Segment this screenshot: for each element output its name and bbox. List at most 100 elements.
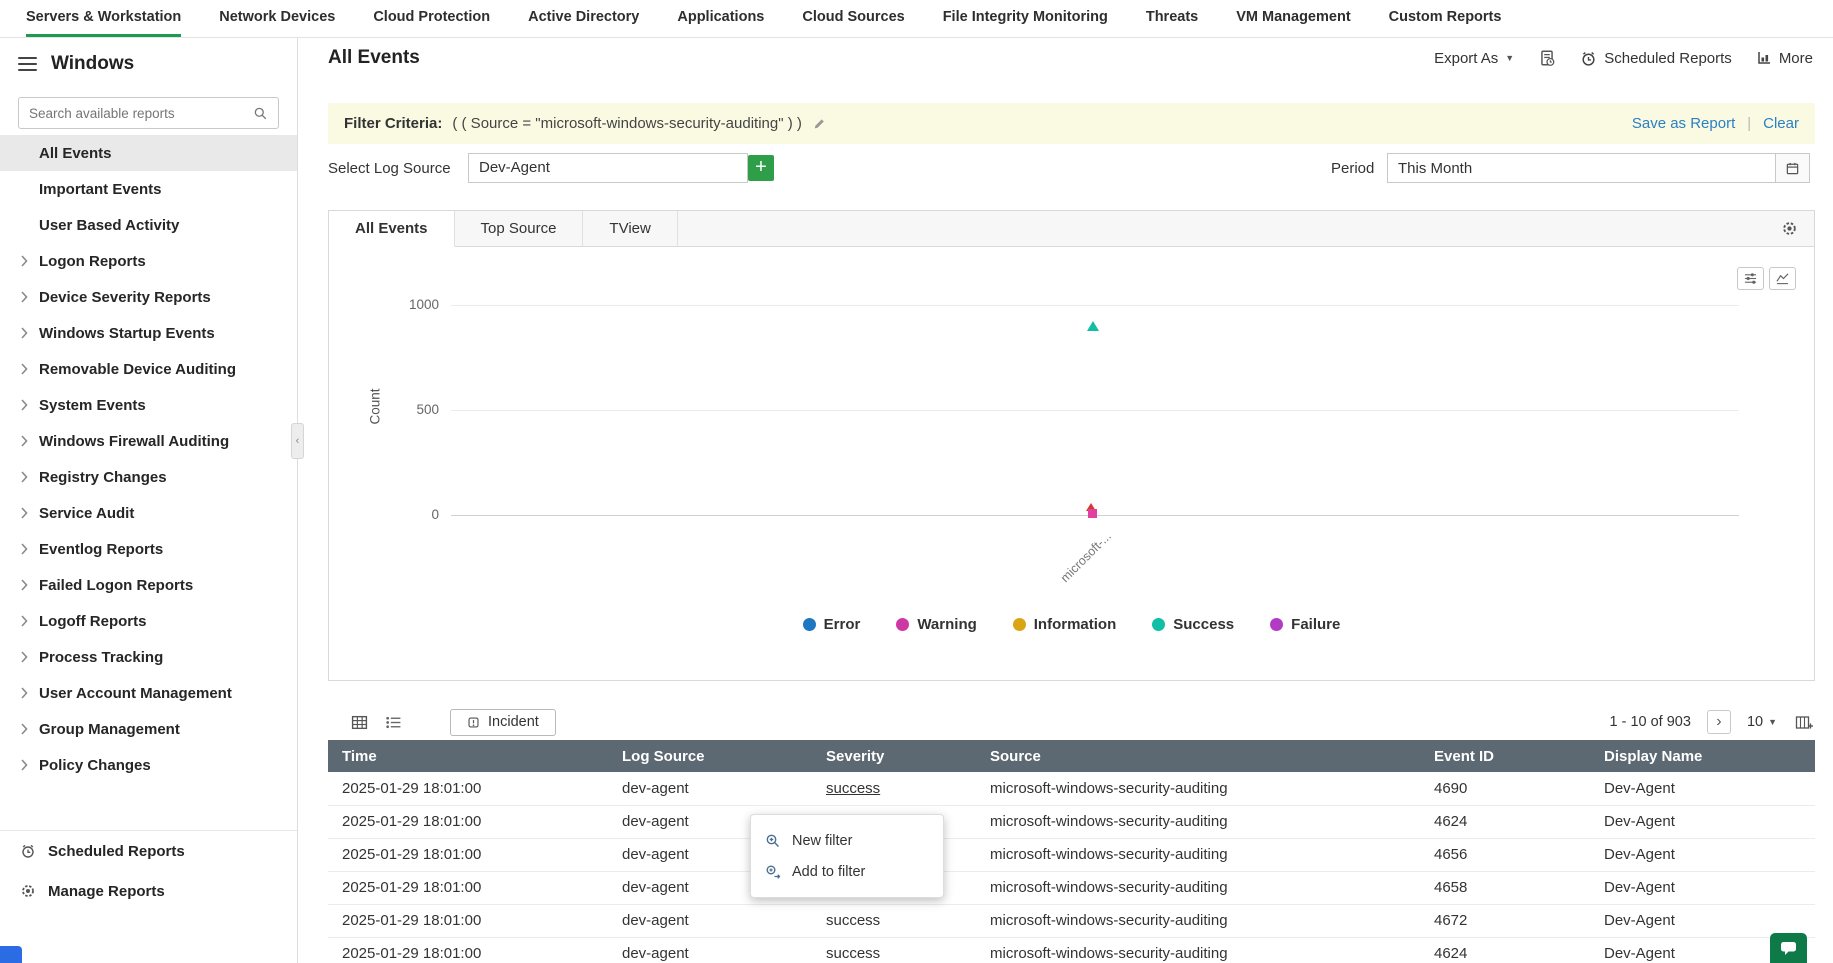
y-tick-0: 0 xyxy=(393,507,439,522)
nav-servers-workstation[interactable]: Servers & Workstation xyxy=(26,0,181,37)
hamburger-menu-icon[interactable] xyxy=(18,57,37,71)
table-toolbar: Incident 1 - 10 of 903 › 10 ▼ xyxy=(328,708,1815,736)
chat-bubble-icon xyxy=(1779,940,1798,957)
chevron-right-icon xyxy=(20,579,29,591)
add-log-source-button[interactable]: + xyxy=(748,155,774,181)
search-box xyxy=(18,97,279,129)
period-label: Period xyxy=(1331,160,1374,177)
legend-warning[interactable]: Warning xyxy=(896,616,976,633)
list-view-icon[interactable] xyxy=(382,712,404,732)
sidebar-item-all-events[interactable]: All Events xyxy=(0,135,297,171)
log-source-select[interactable]: Dev-Agent xyxy=(468,153,748,183)
failure-dot-icon xyxy=(1270,618,1283,631)
nav-active-directory[interactable]: Active Directory xyxy=(528,0,639,37)
new-filter-menu-item[interactable]: New filter xyxy=(751,825,943,856)
chat-button[interactable] xyxy=(1770,933,1807,963)
column-settings-icon[interactable] xyxy=(1793,712,1815,732)
sidebar-item-windows-firewall-auditing[interactable]: Windows Firewall Auditing xyxy=(0,423,297,459)
scheduled-reports-button[interactable]: Scheduled Reports xyxy=(1580,50,1732,67)
sidebar-item-system-events[interactable]: System Events xyxy=(0,387,297,423)
log-source-cell: dev-agent xyxy=(608,772,812,805)
nav-applications[interactable]: Applications xyxy=(677,0,764,37)
source-cell: microsoft-windows-security-auditing xyxy=(976,805,1420,838)
chevron-right-icon xyxy=(20,543,29,555)
calendar-icon[interactable] xyxy=(1775,154,1809,182)
export-history-icon[interactable] xyxy=(1538,49,1556,67)
table-row: 2025-01-29 18:01:00 dev-agent microsoft-… xyxy=(328,805,1815,838)
time-cell: 2025-01-29 18:01:00 xyxy=(328,838,608,871)
sidebar-item-removable-device-auditing[interactable]: Removable Device Auditing xyxy=(0,351,297,387)
severity-cell: success xyxy=(812,772,976,805)
time-cell: 2025-01-29 18:01:00 xyxy=(328,772,608,805)
sidebar-header: Windows xyxy=(0,38,297,78)
sidebar-item-policy-changes[interactable]: Policy Changes xyxy=(0,747,297,783)
sidebar-item-device-severity-reports[interactable]: Device Severity Reports xyxy=(0,279,297,315)
add-to-filter-menu-item[interactable]: Add to filter xyxy=(751,856,943,887)
period-select[interactable]: This Month xyxy=(1387,153,1810,183)
chart-tabs: All Events Top Source TView xyxy=(329,211,1814,247)
legend-error[interactable]: Error xyxy=(803,616,861,633)
sidebar-item-registry-changes[interactable]: Registry Changes xyxy=(0,459,297,495)
severity-link[interactable]: success xyxy=(826,780,880,797)
sidebar-item-logoff-reports[interactable]: Logoff Reports xyxy=(0,603,297,639)
sidebar-item-process-tracking[interactable]: Process Tracking xyxy=(0,639,297,675)
sidebar-item-service-audit[interactable]: Service Audit xyxy=(0,495,297,531)
sidebar-item-user-account-management[interactable]: User Account Management xyxy=(0,675,297,711)
sidebar-item-user-based-activity[interactable]: User Based Activity xyxy=(0,207,297,243)
sidebar-item-windows-startup-events[interactable]: Windows Startup Events xyxy=(0,315,297,351)
nav-file-integrity-monitoring[interactable]: File Integrity Monitoring xyxy=(943,0,1108,37)
sidebar-item-scheduled-reports[interactable]: Scheduled Reports xyxy=(0,831,297,871)
search-input[interactable] xyxy=(29,106,253,121)
chevron-right-icon xyxy=(20,723,29,735)
divider: | xyxy=(1747,115,1751,132)
sidebar-item-logon-reports[interactable]: Logon Reports xyxy=(0,243,297,279)
next-page-icon: › xyxy=(1716,713,1721,731)
nav-vm-management[interactable]: VM Management xyxy=(1236,0,1350,37)
sidebar-item-eventlog-reports[interactable]: Eventlog Reports xyxy=(0,531,297,567)
time-cell: 2025-01-29 18:01:00 xyxy=(328,805,608,838)
sidebar-item-failed-logon-reports[interactable]: Failed Logon Reports xyxy=(0,567,297,603)
chevron-right-icon xyxy=(20,399,29,411)
caret-down-icon: ▼ xyxy=(1768,717,1777,727)
nav-threats[interactable]: Threats xyxy=(1146,0,1198,37)
legend-information[interactable]: Information xyxy=(1013,616,1117,633)
sidebar-item-important-events[interactable]: Important Events xyxy=(0,171,297,207)
bottom-left-widget[interactable] xyxy=(0,946,22,963)
tab-all-events[interactable]: All Events xyxy=(329,211,455,247)
incident-button[interactable]: Incident xyxy=(450,709,556,736)
sidebar-item-group-management[interactable]: Group Management xyxy=(0,711,297,747)
search-icon[interactable] xyxy=(253,106,268,121)
tab-top-source[interactable]: Top Source xyxy=(455,211,584,246)
chart-options-icon[interactable] xyxy=(1737,267,1764,290)
events-table: Time Log Source Severity Source Event ID… xyxy=(328,740,1815,963)
select-log-source-label: Select Log Source xyxy=(328,160,451,177)
export-as-dropdown[interactable]: Export As ▼ xyxy=(1434,50,1514,67)
more-button[interactable]: More xyxy=(1756,50,1813,67)
nav-cloud-sources[interactable]: Cloud Sources xyxy=(802,0,904,37)
sidebar-collapse-handle[interactable]: ‹ xyxy=(291,423,304,459)
grid-view-icon[interactable] xyxy=(348,712,370,732)
legend-failure[interactable]: Failure xyxy=(1270,616,1340,633)
chart-type-icon[interactable] xyxy=(1769,267,1796,290)
column-header-event-id: Event ID xyxy=(1420,740,1590,772)
nav-custom-reports[interactable]: Custom Reports xyxy=(1389,0,1502,37)
column-header-display-name: Display Name xyxy=(1590,740,1815,772)
warning-dot-icon xyxy=(896,618,909,631)
page-size-select[interactable]: 10 ▼ xyxy=(1747,714,1777,730)
edit-pencil-icon[interactable] xyxy=(812,116,827,131)
save-as-report-link[interactable]: Save as Report xyxy=(1632,115,1735,132)
clear-filter-link[interactable]: Clear xyxy=(1763,115,1799,132)
sidebar-title: Windows xyxy=(51,53,134,75)
severity-cell: success xyxy=(812,937,976,963)
sidebar-item-manage-reports[interactable]: Manage Reports xyxy=(0,871,297,911)
nav-network-devices[interactable]: Network Devices xyxy=(219,0,335,37)
table-row: 2025-01-29 18:01:00 dev-agent success mi… xyxy=(328,772,1815,805)
tab-tview[interactable]: TView xyxy=(583,211,677,246)
next-page-button[interactable]: › xyxy=(1707,710,1731,734)
event-id-cell: 4672 xyxy=(1420,904,1590,937)
chart-settings-gear-icon[interactable] xyxy=(1781,211,1814,246)
legend-success[interactable]: Success xyxy=(1152,616,1234,633)
table-row: 2025-01-29 18:01:00 dev-agent success mi… xyxy=(328,937,1815,963)
nav-cloud-protection[interactable]: Cloud Protection xyxy=(373,0,490,37)
display-name-cell: Dev-Agent xyxy=(1590,772,1815,805)
